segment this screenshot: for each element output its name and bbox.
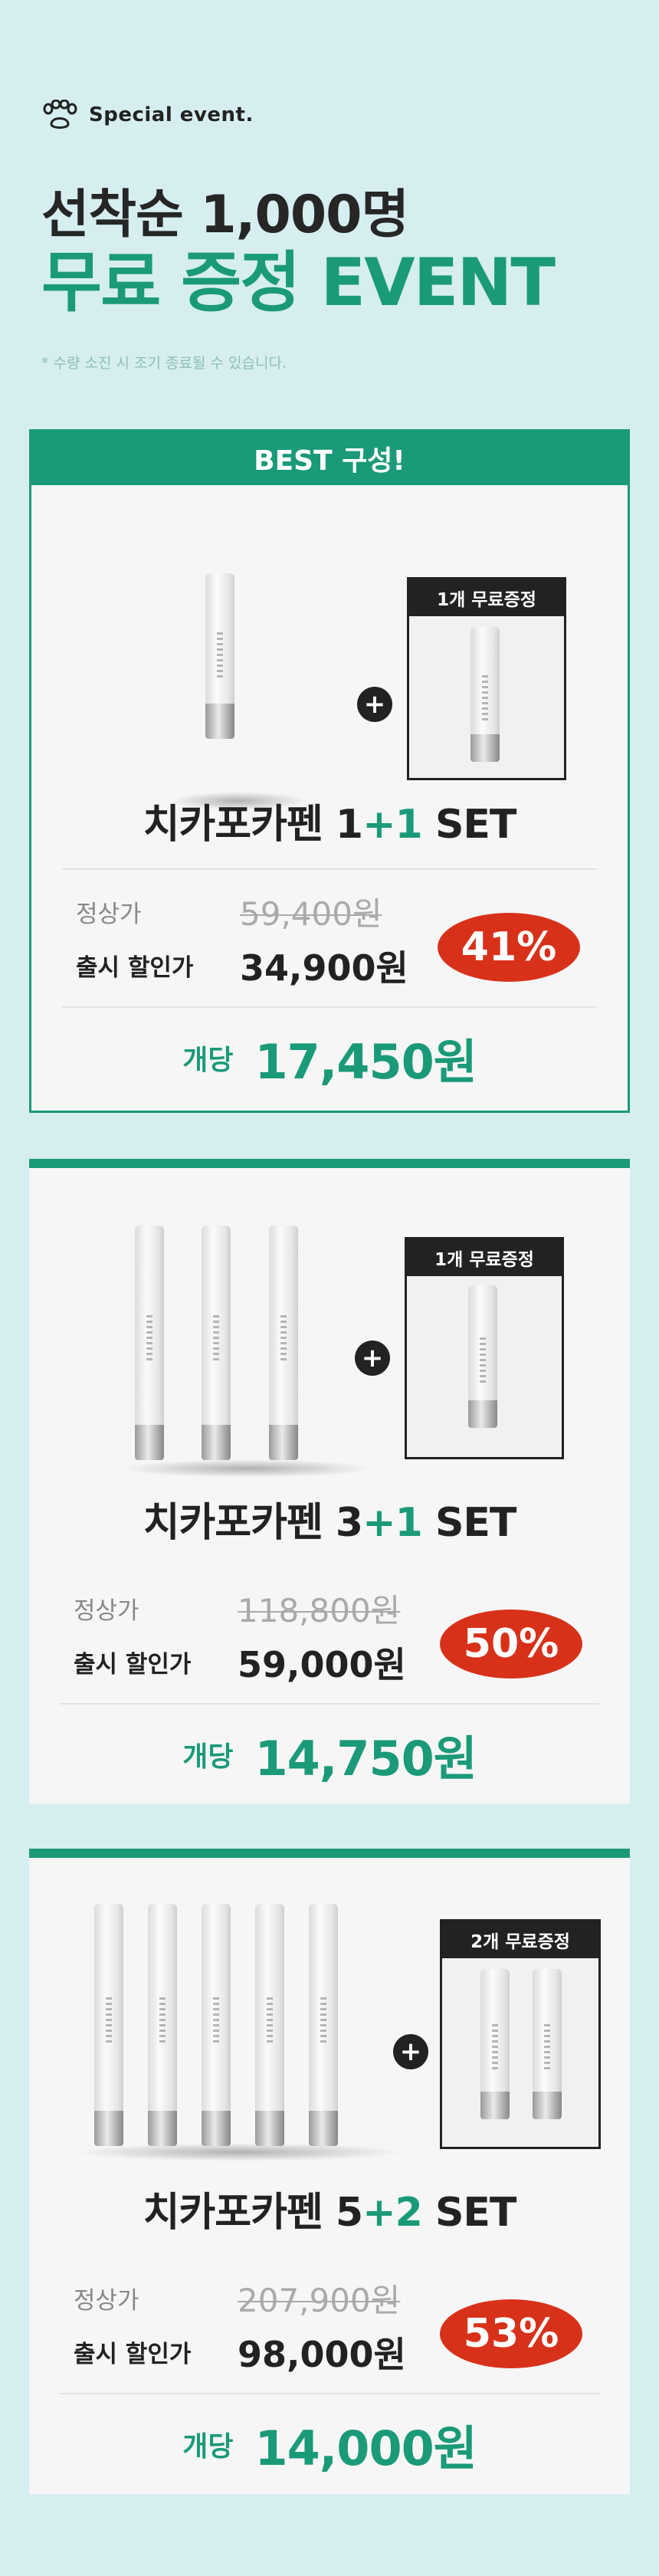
product-image-area: + 1개 무료증정: [29, 1168, 630, 1490]
pen-product-image: [269, 1226, 298, 1460]
plus-icon: +: [357, 687, 392, 722]
set-card-5plus2[interactable]: + 2개 무료증정 치카포카펜 5+2 SET 정상가 207,900원 출시 …: [29, 1849, 630, 2494]
event-header: Special event. 선착순 1,000명 무료 증정 EVENT * …: [41, 100, 618, 372]
sale-price: 98,000원: [238, 2334, 406, 2375]
best-label: BEST 구성!: [31, 432, 628, 485]
gift-label: 1개 무료증정: [409, 579, 564, 616]
stock-notice: * 수량 소진 시 조기 종료될 수 있습니다.: [41, 355, 287, 372]
regular-price-label: 정상가: [74, 1597, 139, 1625]
sale-price-label: 출시 할인가: [76, 954, 194, 982]
set-card-1plus1[interactable]: BEST 구성! + 1개 무료증정 치카포카펜 1+1 SET 정상가 59,…: [29, 429, 630, 1113]
gift-pen-image: [468, 1285, 497, 1428]
set-card-3plus1[interactable]: + 1개 무료증정 치카포카펜 3+1 SET 정상가 118,800원 출시 …: [29, 1159, 630, 1804]
gift-box: 1개 무료증정: [407, 577, 566, 780]
sale-price: 59,000원: [238, 1644, 406, 1685]
pen-product-image: [135, 1226, 164, 1460]
gift-pen-image: [470, 627, 500, 762]
regular-price: 59,400원: [240, 895, 382, 933]
discount-badge: 41%: [438, 913, 580, 982]
plus-icon: +: [355, 1341, 390, 1376]
product-image-area: + 2개 무료증정: [29, 1858, 630, 2180]
paw-icon: [43, 100, 77, 129]
set-name: 치카포카펜 1+1 SET: [143, 802, 517, 848]
sale-price-label: 출시 할인가: [74, 2341, 192, 2368]
regular-price-label: 정상가: [74, 2287, 139, 2315]
pen-product-image: [309, 1904, 338, 2146]
pen-product-image: [202, 1904, 231, 2146]
set-name: 치카포카펜 3+1 SET: [143, 1500, 517, 1546]
pen-product-image: [148, 1904, 177, 2146]
pen-product-image: [94, 1904, 123, 2146]
discount-badge: 53%: [440, 2299, 582, 2368]
pen-product-image: [205, 573, 234, 739]
set-name: 치카포카펜 5+2 SET: [143, 2190, 517, 2236]
price-block: 정상가 59,400원 출시 할인가 34,900원 41%: [31, 870, 628, 1006]
discount-badge: 50%: [440, 1610, 582, 1679]
pen-product-image: [255, 1904, 284, 2146]
headline-line1: 선착순 1,000명: [41, 185, 409, 245]
price-block: 정상가 118,800원 출시 할인가 59,000원 50%: [29, 1567, 630, 1703]
per-unit-label: 개당: [182, 2431, 234, 2463]
price-block: 정상가 207,900원 출시 할인가 98,000원 53%: [29, 2256, 630, 2393]
sale-price-label: 출시 할인가: [74, 1651, 192, 1679]
special-event-label: Special event.: [89, 103, 254, 126]
product-image-area: + 1개 무료증정: [31, 485, 628, 810]
gift-box: 2개 무료증정: [440, 1919, 601, 2149]
regular-price-label: 정상가: [76, 901, 142, 928]
gift-pen-image: [480, 1969, 510, 2119]
per-unit-price: 개당 14,000원: [29, 2394, 630, 2494]
gift-label: 1개 무료증정: [407, 1239, 562, 1276]
headline-line2: 무료 증정 EVENT: [41, 244, 556, 322]
per-unit-price: 개당 17,450원: [31, 1008, 628, 1108]
per-unit-label: 개당: [182, 1045, 234, 1076]
gift-label: 2개 무료증정: [442, 1921, 598, 1958]
per-unit-value: 14,000원: [254, 2420, 477, 2476]
per-unit-value: 17,450원: [254, 1034, 477, 1090]
per-unit-price: 개당 14,750원: [29, 1705, 630, 1804]
plus-icon: +: [393, 2034, 428, 2069]
gift-pen-image: [533, 1969, 562, 2119]
per-unit-label: 개당: [182, 1741, 234, 1773]
special-event-tag: Special event.: [41, 100, 618, 130]
gift-box: 1개 무료증정: [405, 1237, 564, 1459]
sale-price: 34,900원: [240, 947, 408, 989]
regular-price: 118,800원: [238, 1592, 401, 1629]
per-unit-value: 14,750원: [254, 1731, 477, 1787]
regular-price: 207,900원: [238, 2282, 401, 2319]
pen-product-image: [202, 1226, 231, 1460]
